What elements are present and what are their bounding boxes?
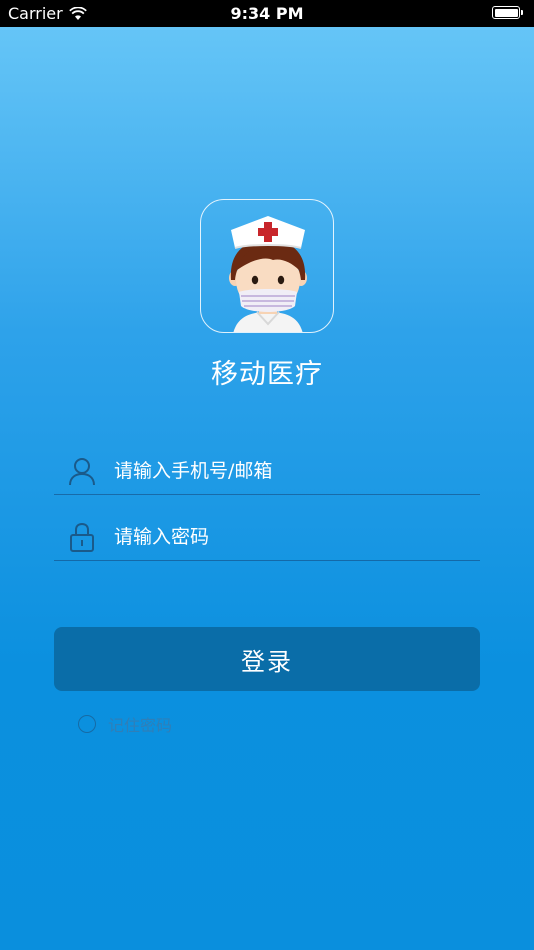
remember-password[interactable]: 记住密码: [78, 712, 172, 736]
status-time: 9:34 PM: [230, 4, 304, 23]
battery-icon: [492, 6, 523, 19]
password-input[interactable]: [112, 520, 476, 554]
username-input[interactable]: [112, 454, 476, 488]
user-icon: [69, 458, 95, 486]
password-field: [54, 514, 480, 561]
login-button[interactable]: 登录: [54, 627, 480, 691]
lock-icon: [70, 522, 94, 552]
username-field: [54, 448, 480, 495]
remember-checkbox[interactable]: [78, 715, 96, 733]
status-bar: Carrier 9:34 PM: [0, 0, 534, 27]
login-screen: Carrier 9:34 PM 移动医疗 请输入手机号/邮箱 登录 记住密码: [0, 0, 534, 950]
app-name: 移动医疗: [211, 359, 323, 390]
app-logo: [200, 199, 334, 333]
remember-label: 记住密码: [108, 716, 173, 735]
nurse-avatar-icon: [229, 216, 307, 332]
